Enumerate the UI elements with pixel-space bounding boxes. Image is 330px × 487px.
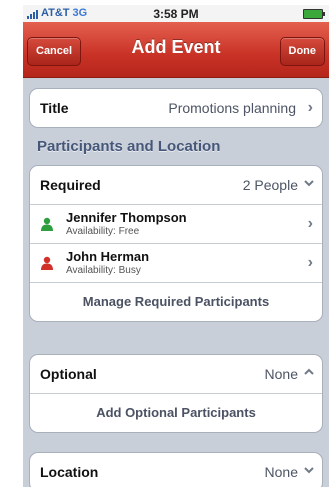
optional-value: None	[264, 366, 298, 382]
participant-name: John Herman	[66, 249, 150, 264]
done-button[interactable]: Done	[279, 37, 325, 66]
chevron-right-icon: ›	[307, 254, 313, 271]
manage-required-button[interactable]: Manage Required Participants	[30, 283, 322, 321]
location-label: Location	[40, 464, 99, 480]
phone-screen: AT&T 3G 3:58 PM Cancel Add Event Done Tit…	[23, 5, 329, 487]
chevron-down-icon	[304, 180, 314, 187]
form-content: Title Promotions planning › Participants…	[23, 78, 329, 487]
location-group: Location None	[29, 452, 323, 487]
location-row[interactable]: Location None	[30, 453, 322, 487]
manage-required-label: Manage Required Participants	[82, 294, 270, 309]
required-value: 2 People	[242, 177, 298, 193]
title-row[interactable]: Title Promotions planning ›	[30, 89, 322, 127]
required-row[interactable]: Required 2 People	[30, 166, 322, 205]
optional-group: Optional None Add Optional Participants	[29, 354, 323, 433]
title-group: Title Promotions planning ›	[29, 88, 323, 128]
add-optional-button[interactable]: Add Optional Participants	[30, 394, 322, 432]
participant-availability: Availability: Busy	[66, 265, 141, 276]
participant-name: Jennifer Thompson	[66, 210, 187, 225]
title-value: Promotions planning	[168, 100, 296, 116]
person-icon	[41, 256, 53, 270]
participant-row[interactable]: Jennifer Thompson Availability: Free ›	[30, 205, 322, 244]
battery-icon	[303, 9, 325, 19]
add-optional-label: Add Optional Participants	[96, 405, 256, 420]
chevron-down-icon	[304, 467, 314, 474]
optional-row[interactable]: Optional None	[30, 355, 322, 394]
chevron-up-icon	[304, 368, 314, 375]
required-group: Required 2 People Jennifer Thompson Avai…	[29, 165, 323, 322]
participant-row[interactable]: John Herman Availability: Busy ›	[30, 244, 322, 283]
location-value: None	[264, 464, 298, 480]
chevron-right-icon: ›	[307, 99, 313, 116]
status-time: 3:58 PM	[153, 7, 199, 21]
optional-label: Optional	[40, 366, 97, 382]
title-label: Title	[40, 100, 69, 116]
status-bar: AT&T 3G 3:58 PM	[23, 5, 329, 22]
required-label: Required	[40, 177, 101, 193]
participant-availability: Availability: Free	[66, 226, 140, 237]
nav-bar: Cancel Add Event Done	[23, 22, 329, 78]
section-header: Participants and Location	[37, 138, 221, 155]
person-icon	[41, 217, 53, 231]
chevron-right-icon: ›	[307, 215, 313, 232]
